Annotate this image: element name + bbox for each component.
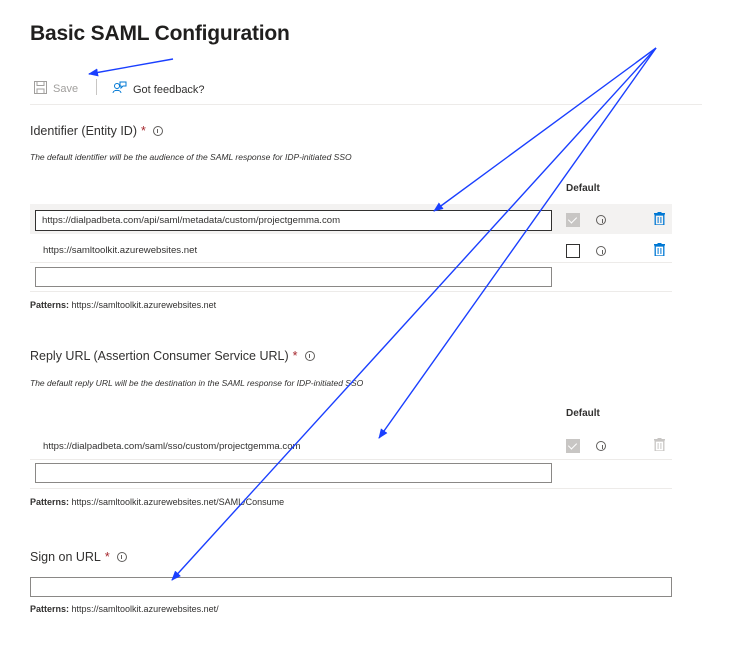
required-marker: * xyxy=(140,124,146,138)
save-icon xyxy=(34,81,47,97)
sign-on-url-label: Sign on URL * xyxy=(30,550,127,564)
reply-default-checkbox-1 xyxy=(566,439,580,453)
feedback-label: Got feedback? xyxy=(133,83,205,96)
info-icon[interactable] xyxy=(596,246,606,256)
save-button[interactable]: Save xyxy=(34,81,78,97)
info-icon[interactable] xyxy=(116,552,127,562)
delete-icon xyxy=(654,438,665,451)
feedback-button[interactable]: Got feedback? xyxy=(112,81,205,98)
identifier-description: The default identifier will be the audie… xyxy=(30,152,352,162)
info-icon[interactable] xyxy=(304,351,315,361)
toolbar-divider-line xyxy=(30,104,702,105)
identifier-patterns: Patterns: https://samltoolkit.azurewebsi… xyxy=(30,300,217,310)
feedback-icon xyxy=(112,81,127,98)
identifier-label: Identifier (Entity ID) * xyxy=(30,124,163,138)
reply-default-header: Default xyxy=(566,408,600,419)
identifier-default-checkbox-1 xyxy=(566,213,580,227)
delete-icon[interactable] xyxy=(654,212,665,225)
identifier-value-2[interactable]: https://samltoolkit.azurewebsites.net xyxy=(43,245,197,256)
row-divider xyxy=(30,291,672,292)
reply-url-label: Reply URL (Assertion Consumer Service UR… xyxy=(30,349,315,363)
info-icon[interactable] xyxy=(596,215,606,225)
identifier-new-input[interactable] xyxy=(35,267,552,287)
row-divider xyxy=(30,262,672,263)
annotation-arrow xyxy=(433,47,657,212)
annotation-arrow xyxy=(378,47,657,439)
sign-on-url-patterns: Patterns: https://samltoolkit.azurewebsi… xyxy=(30,604,219,614)
reply-url-value-1[interactable]: https://dialpadbeta.com/saml/sso/custom/… xyxy=(43,441,301,452)
toolbar-divider xyxy=(96,79,97,95)
annotation-arrow xyxy=(88,58,174,77)
identifier-default-checkbox-2[interactable] xyxy=(566,244,580,258)
reply-url-description: The default reply URL will be the destin… xyxy=(30,378,364,388)
delete-icon[interactable] xyxy=(654,243,665,256)
row-divider xyxy=(30,488,672,489)
row-divider xyxy=(30,459,672,460)
info-icon[interactable] xyxy=(152,126,163,136)
identifier-default-header: Default xyxy=(566,183,600,194)
info-icon[interactable] xyxy=(596,441,606,451)
required-marker: * xyxy=(104,550,110,564)
page-title: Basic SAML Configuration xyxy=(30,22,290,45)
sign-on-url-input[interactable] xyxy=(30,577,672,597)
identifier-input-1[interactable]: https://dialpadbeta.com/api/saml/metadat… xyxy=(35,210,552,231)
required-marker: * xyxy=(292,349,298,363)
reply-url-new-input[interactable] xyxy=(35,463,552,483)
save-label: Save xyxy=(53,83,79,95)
reply-url-patterns: Patterns: https://samltoolkit.azurewebsi… xyxy=(30,497,285,507)
